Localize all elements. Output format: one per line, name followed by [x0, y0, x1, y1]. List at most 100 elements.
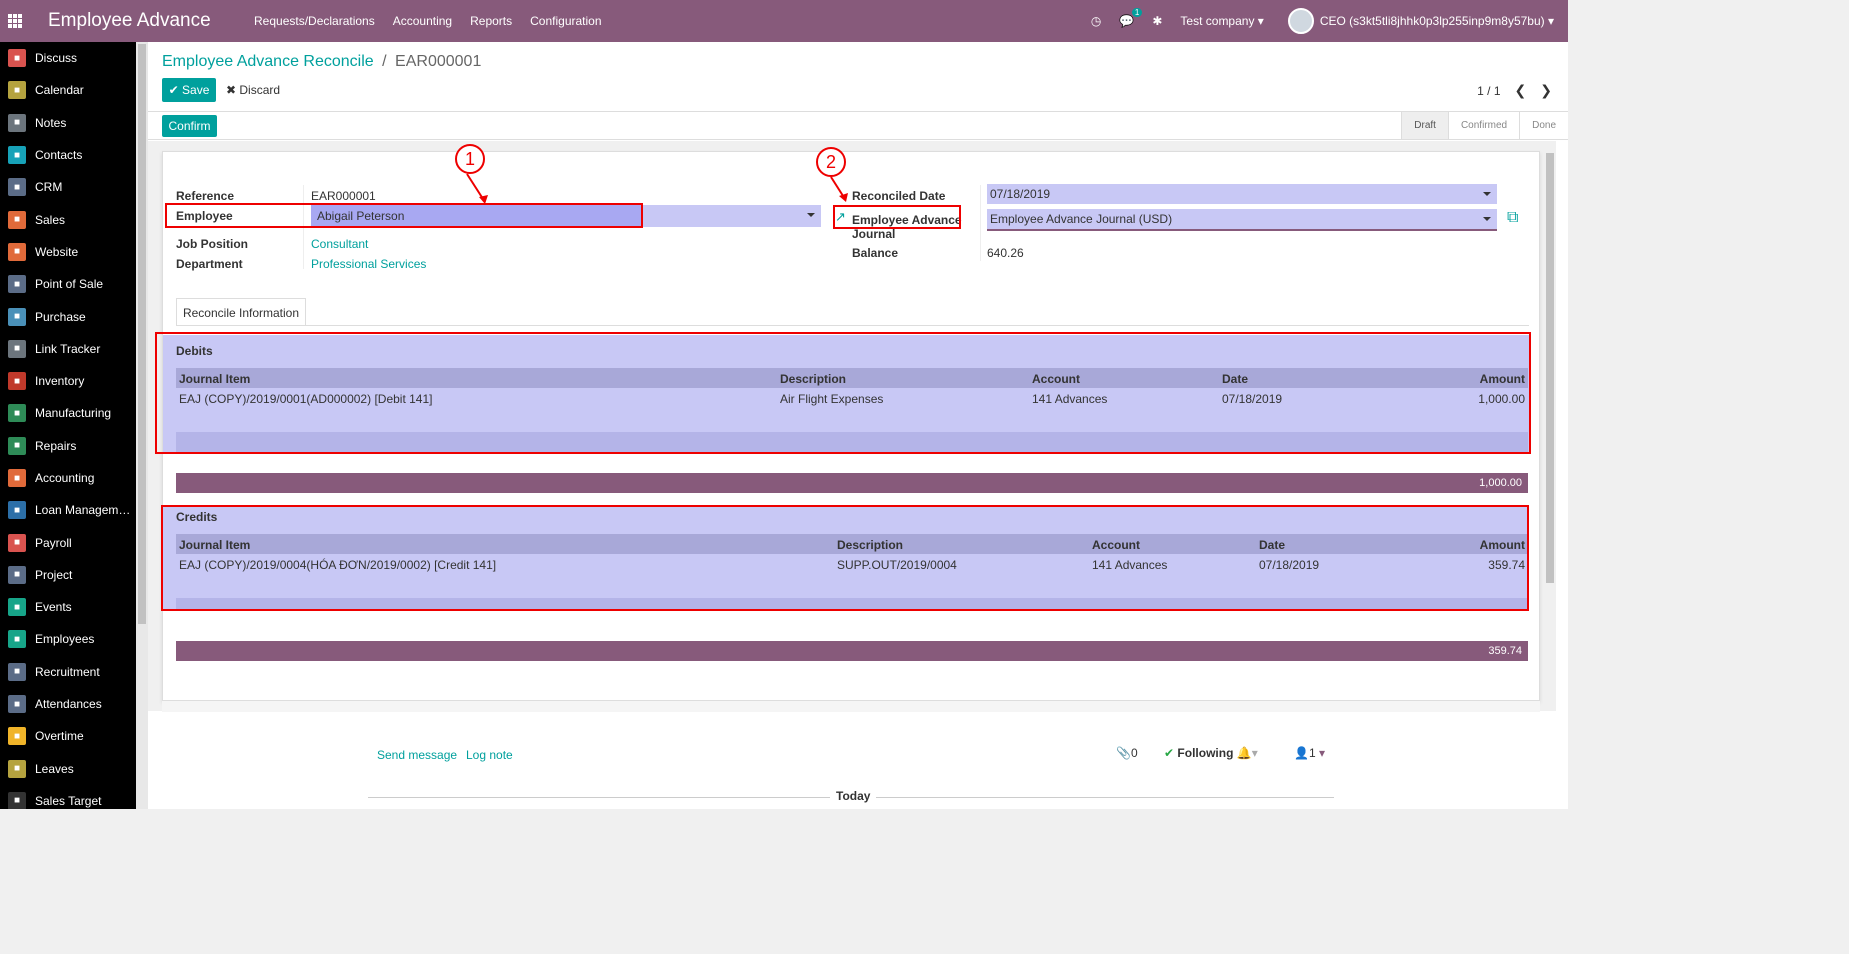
pos-icon: ■ — [8, 275, 26, 294]
state-confirmed[interactable]: Confirmed — [1447, 112, 1519, 139]
sidebar-item-notes[interactable]: ■ Notes — [0, 107, 136, 139]
chevron-down-icon[interactable] — [1483, 217, 1491, 221]
status-bar: Confirm Draft Confirmed Done — [148, 112, 1568, 140]
chevron-right-icon[interactable]: ❯ — [1540, 82, 1552, 99]
menu-accounting[interactable]: Accounting — [393, 14, 452, 28]
clock-icon[interactable]: ◷ — [1091, 14, 1101, 28]
user-menu[interactable]: CEO (s3kt5tli8jhhk0p3lp255inp9m8y57bu) ▾ — [1320, 14, 1554, 28]
journal-label-line2: Journal — [852, 227, 896, 241]
attachments-count: 0 — [1130, 746, 1138, 760]
sidebar-scrollbar[interactable] — [136, 42, 148, 809]
chevron-down-icon[interactable] — [807, 213, 815, 217]
sidebar: ■ Discuss ■ Calendar ■ Notes ■ Contacts ■ CRM ■ Sal… — [0, 42, 136, 809]
annotation-box-credits — [161, 505, 1529, 611]
sidebar-item-link-tracker[interactable]: ■ Link Tracker — [0, 333, 136, 365]
chevron-down-icon[interactable]: ▾ — [1319, 746, 1325, 760]
calendar-icon: ■ — [8, 81, 26, 100]
apps-menu-icon[interactable] — [0, 0, 30, 42]
log-note-button[interactable]: Log note — [466, 748, 513, 762]
overtime-icon: ■ — [8, 727, 26, 746]
sidebar-item-employees[interactable]: ■ Employees — [0, 623, 136, 655]
discard-label: Discard — [239, 83, 281, 97]
sidebar-item-label: Sales — [35, 212, 66, 227]
breadcrumb-separator: / — [382, 53, 387, 70]
top-right-area: ◷ 💬 1 ✱ Test company ▾ CEO (s3kt5tli8jhhk… — [1091, 0, 1568, 42]
form-horizontal-scrollbar[interactable] — [162, 700, 1540, 712]
sidebar-item-label: Notes — [35, 115, 67, 130]
state-draft[interactable]: Draft — [1401, 112, 1448, 139]
sidebar-item-inventory[interactable]: ■ Inventory — [0, 365, 136, 397]
journal-field[interactable]: Employee Advance Journal (USD) — [987, 209, 1497, 231]
sidebar-item-loan-managem[interactable]: ■ Loan Managem… — [0, 494, 136, 526]
reconciled-date-field[interactable]: 07/18/2019 — [987, 184, 1497, 204]
sidebar-item-leaves[interactable]: ■ Leaves — [0, 753, 136, 785]
attachments-button[interactable]: 📎0 — [1116, 746, 1138, 760]
send-message-button[interactable]: Send message — [377, 748, 457, 762]
sidebar-item-manufacturing[interactable]: ■ Manufacturing — [0, 397, 136, 429]
state-done[interactable]: Done — [1519, 112, 1568, 139]
annotation-box-journal — [833, 205, 961, 229]
sidebar-item-payroll[interactable]: ■ Payroll — [0, 526, 136, 558]
company-switcher[interactable]: Test company ▾ — [1180, 14, 1263, 28]
job-position-value[interactable]: Consultant — [311, 237, 368, 251]
leaves-icon: ■ — [8, 759, 26, 778]
following-button[interactable]: ✔ Following 🔔▾ — [1164, 746, 1258, 760]
confirm-button[interactable]: Confirm — [162, 115, 217, 137]
form-vertical-scrollbar[interactable] — [1544, 151, 1556, 701]
annotation-arrow-2 — [830, 176, 848, 202]
breadcrumb-parent[interactable]: Employee Advance Reconcile — [162, 53, 374, 70]
chevron-left-icon[interactable]: ❮ — [1515, 82, 1527, 99]
sidebar-item-label: Recruitment — [35, 664, 100, 679]
bell-icon[interactable]: 🔔▾ — [1237, 746, 1258, 760]
accounting-icon: ■ — [8, 469, 26, 487]
sidebar-item-events[interactable]: ■ Events — [0, 591, 136, 623]
sidebar-item-website[interactable]: ■ Website — [0, 236, 136, 268]
debits-total: 1,000.00 — [176, 473, 1528, 493]
main-content: Employee Advance Reconcile / EAR000001 ✔… — [148, 42, 1568, 809]
sidebar-item-crm[interactable]: ■ CRM — [0, 171, 136, 203]
sidebar-item-purchase[interactable]: ■ Purchase — [0, 300, 136, 332]
label-divider — [980, 185, 981, 261]
sidebar-item-attendances[interactable]: ■ Attendances — [0, 688, 136, 720]
close-icon: ✖ — [226, 83, 240, 97]
sidebar-item-recruitment[interactable]: ■ Recruitment — [0, 656, 136, 688]
sidebar-item-overtime[interactable]: ■ Overtime — [0, 720, 136, 752]
credits-total: 359.74 — [176, 641, 1528, 661]
followers-button[interactable]: 👤1 ▾ — [1294, 746, 1325, 760]
reconciled-date-label: Reconciled Date — [852, 189, 946, 203]
annotation-marker-1: 1 — [455, 144, 485, 174]
sidebar-item-label: Loan Managem… — [35, 503, 131, 518]
sidebar-item-repairs[interactable]: ■ Repairs — [0, 430, 136, 462]
chevron-down-icon[interactable] — [1483, 192, 1491, 196]
messages-badge: 1 — [1131, 8, 1143, 17]
menu-reports[interactable]: Reports — [470, 14, 512, 28]
reconciled-date-value: 07/18/2019 — [990, 187, 1051, 201]
sidebar-item-project[interactable]: ■ Project — [0, 559, 136, 591]
sidebar-item-calendar[interactable]: ■ Calendar — [0, 74, 136, 106]
discard-button[interactable]: ✖ Discard — [226, 78, 280, 102]
sidebar-item-accounting[interactable]: ■ Accounting — [0, 462, 136, 494]
menu-configuration[interactable]: Configuration — [530, 14, 601, 28]
external-link-icon[interactable]: ⧉ — [1507, 209, 1518, 227]
tab-reconcile-information[interactable]: Reconcile Information — [176, 298, 306, 326]
sidebar-item-label: Project — [35, 567, 73, 582]
department-value[interactable]: Professional Services — [311, 257, 426, 271]
sidebar-item-sales-target[interactable]: ■ Sales Target — [0, 785, 136, 809]
messages-icon[interactable]: 💬 1 — [1119, 8, 1143, 28]
employees-icon: ■ — [8, 630, 26, 649]
avatar[interactable] — [1287, 8, 1314, 34]
menu-requests-declarations[interactable]: Requests/Declarations — [254, 14, 375, 28]
save-button[interactable]: ✔ Save — [162, 78, 216, 102]
discuss-icon: ■ — [8, 49, 26, 68]
tab-divider — [176, 325, 1529, 326]
debug-icon[interactable]: ✱ — [1152, 14, 1162, 28]
breadcrumb-current: EAR000001 — [395, 53, 482, 70]
sidebar-item-label: Accounting — [35, 471, 95, 485]
sidebar-item-point-of-sale[interactable]: ■ Point of Sale — [0, 268, 136, 300]
user-name: CEO (s3kt5tli8jhhk0p3lp255inp9m8y57bu) — [1319, 14, 1545, 28]
form-sheet: Reference EAR000001 Employee Abigail Pet… — [155, 144, 1540, 701]
sidebar-item-sales[interactable]: ■ Sales — [0, 203, 136, 235]
contacts-icon: ■ — [8, 146, 26, 165]
sidebar-item-contacts[interactable]: ■ Contacts — [0, 139, 136, 171]
sidebar-item-discuss[interactable]: ■ Discuss — [0, 42, 136, 74]
